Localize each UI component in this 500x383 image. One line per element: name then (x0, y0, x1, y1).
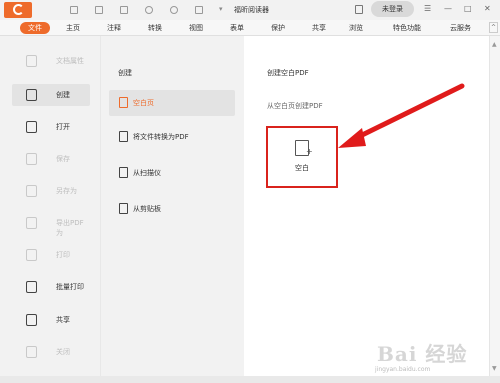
tab-form[interactable]: 表单 (230, 23, 244, 33)
vertical-scrollbar[interactable]: ▲ ▼ (489, 36, 500, 376)
app-title: 福昕阅读器 (234, 6, 269, 14)
hand-tool-icon[interactable] (195, 6, 203, 14)
menu-bar: 文件 主页 注释 转换 视图 表单 保护 共享 浏览 特色功能 云服务 ^ (0, 20, 500, 36)
save-icon[interactable] (95, 6, 103, 14)
tab-file[interactable]: 文件 (20, 22, 50, 34)
option-convert-file[interactable]: 将文件转换为PDF (109, 124, 235, 150)
login-button[interactable]: 未登录 (371, 1, 414, 17)
settings-menu-icon[interactable]: ☰ (424, 3, 431, 15)
baidu-watermark: Bai 经验 jingyan.baidu.com (345, 334, 495, 379)
batch-print-icon (26, 281, 37, 293)
watermark-url: jingyan.baidu.com (375, 366, 431, 373)
print-icon[interactable] (120, 6, 128, 14)
close-doc-icon (26, 346, 37, 358)
plus-icon: + (306, 147, 313, 156)
blank-label: 空白 (295, 164, 309, 172)
left-nav: 文档属性 创建 打开 保存 另存为 导出PDF为 打印 批量打印 共享 关闭 (0, 36, 100, 376)
blank-page-icon (119, 97, 128, 108)
nav-item-save-as: 另存为 (12, 180, 90, 202)
tab-protect[interactable]: 保护 (271, 23, 285, 33)
tab-browse[interactable]: 浏览 (349, 23, 363, 33)
customize-quick-access-icon[interactable]: ▾ (219, 5, 223, 13)
export-pdf-icon (26, 217, 37, 229)
main-content: 创建空白PDF 从空白页创建PDF + 空白 (244, 36, 489, 376)
nav-item-document-properties: 文档属性 (12, 50, 90, 72)
app-logo-icon[interactable] (4, 2, 32, 18)
save-icon (26, 153, 37, 165)
tab-comment[interactable]: 注释 (107, 23, 121, 33)
open-folder-icon (26, 121, 37, 133)
tablet-icon[interactable] (355, 5, 363, 14)
option-blank-page[interactable]: 空白页 (109, 90, 235, 116)
scroll-up-icon[interactable]: ▲ (492, 41, 497, 48)
clipboard-icon (119, 203, 128, 214)
nav-item-create[interactable]: 创建 (12, 84, 90, 106)
nav-item-save: 保存 (12, 148, 90, 170)
minimize-icon[interactable]: — (444, 3, 452, 15)
collapse-ribbon-icon[interactable]: ^ (489, 22, 498, 33)
scanner-icon (119, 167, 128, 178)
nav-item-export-pdf: 导出PDF为 (12, 212, 90, 237)
share-icon (26, 314, 37, 326)
create-icon (26, 89, 37, 101)
tab-home[interactable]: 主页 (66, 23, 80, 33)
title-bar: ▾ 福昕阅读器 未登录 ☰ — □ ✕ (0, 0, 500, 20)
option-from-scanner[interactable]: 从扫描仪 (109, 160, 235, 186)
save-as-icon (26, 185, 37, 197)
nav-item-print: 打印 (12, 244, 90, 266)
open-icon[interactable] (70, 6, 78, 14)
tab-view[interactable]: 视图 (189, 23, 203, 33)
tab-features[interactable]: 特色功能 (393, 23, 421, 33)
nav-item-batch-print[interactable]: 批量打印 (12, 276, 90, 298)
section-subtitle: 从空白页创建PDF (267, 102, 323, 110)
nav-item-close: 关闭 (12, 341, 90, 363)
convert-file-icon (119, 131, 128, 142)
tab-share[interactable]: 共享 (312, 23, 326, 33)
print-icon (26, 249, 37, 261)
section-title: 创建空白PDF (267, 69, 309, 77)
option-from-clipboard[interactable]: 从剪贴板 (109, 196, 235, 222)
redo-icon[interactable] (170, 6, 178, 14)
document-properties-icon (26, 55, 37, 67)
watermark-text: Bai 经验 (377, 342, 468, 366)
blank-pdf-button[interactable]: + 空白 (266, 126, 338, 188)
tab-cloud[interactable]: 云服务 (450, 23, 471, 33)
panel-heading: 创建 (118, 69, 132, 77)
maximize-icon[interactable]: □ (464, 3, 472, 15)
undo-icon[interactable] (145, 6, 153, 14)
nav-item-share[interactable]: 共享 (12, 309, 90, 331)
create-options-panel: 创建 空白页 将文件转换为PDF 从扫描仪 从剪贴板 (100, 36, 244, 376)
nav-item-open[interactable]: 打开 (12, 116, 90, 138)
tab-convert[interactable]: 转换 (148, 23, 162, 33)
close-window-icon[interactable]: ✕ (484, 3, 491, 15)
